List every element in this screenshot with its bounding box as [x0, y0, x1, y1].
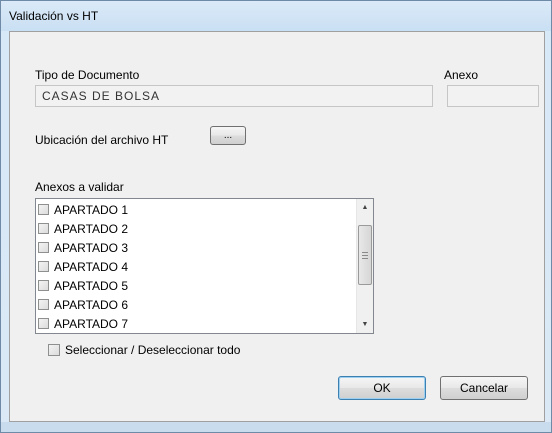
list-item-label: APARTADO 6: [54, 297, 129, 312]
list-item[interactable]: APARTADO 7: [36, 314, 356, 333]
list-item[interactable]: APARTADO 6: [36, 295, 356, 314]
list-item-label: APARTADO 1: [54, 202, 129, 217]
checkbox[interactable]: [38, 261, 49, 272]
scroll-up-arrow-icon[interactable]: ▲: [357, 199, 373, 216]
checkbox[interactable]: [38, 318, 49, 329]
list-item[interactable]: APARTADO 5: [36, 276, 356, 295]
window-title: Validación vs HT: [9, 9, 99, 23]
select-all-row[interactable]: Seleccionar / Deseleccionar todo: [48, 343, 240, 357]
list-item[interactable]: APARTADO 1: [36, 200, 356, 219]
list-item[interactable]: APARTADO 2: [36, 219, 356, 238]
cancel-button[interactable]: Cancelar: [440, 376, 528, 400]
tipo-documento-label: Tipo de Documento: [35, 68, 140, 82]
list-item-label: APARTADO 7: [54, 316, 129, 331]
list-item[interactable]: APARTADO 4: [36, 257, 356, 276]
ok-button[interactable]: OK: [338, 376, 426, 400]
anexos-list[interactable]: APARTADO 1 APARTADO 2 APARTADO 3 APARTAD…: [35, 198, 374, 334]
window-bottom-border: [1, 422, 551, 432]
list-item[interactable]: APARTADO 3: [36, 238, 356, 257]
checkbox[interactable]: [38, 299, 49, 310]
vertical-scrollbar[interactable]: ▲ ▼: [356, 199, 373, 333]
ubicacion-label: Ubicación del archivo HT: [35, 133, 169, 147]
list-item-label: APARTADO 2: [54, 221, 129, 236]
scroll-down-arrow-icon[interactable]: ▼: [357, 316, 373, 333]
anexo-label: Anexo: [444, 68, 479, 82]
dialog-window: Validación vs HT Tipo de Documento CASAS…: [0, 0, 552, 433]
anexos-list-items: APARTADO 1 APARTADO 2 APARTADO 3 APARTAD…: [36, 200, 356, 333]
select-all-label: Seleccionar / Deseleccionar todo: [65, 343, 241, 357]
scrollbar-thumb[interactable]: [358, 225, 372, 285]
checkbox[interactable]: [38, 223, 49, 234]
list-item-label: APARTADO 5: [54, 278, 129, 293]
checkbox[interactable]: [38, 242, 49, 253]
checkbox[interactable]: [38, 280, 49, 291]
checkbox[interactable]: [38, 204, 49, 215]
anexo-field[interactable]: [447, 85, 539, 107]
browse-button[interactable]: ...: [210, 126, 246, 145]
title-bar[interactable]: Validación vs HT: [1, 1, 551, 31]
list-item-label: APARTADO 4: [54, 259, 129, 274]
anexos-label: Anexos a validar: [35, 180, 124, 194]
dialog-body: Tipo de Documento CASAS DE BOLSA Anexo U…: [9, 31, 545, 422]
grip-icon: [362, 251, 368, 259]
list-item-label: APARTADO 3: [54, 240, 129, 255]
tipo-documento-field[interactable]: CASAS DE BOLSA: [35, 85, 433, 107]
select-all-checkbox[interactable]: [48, 344, 60, 356]
